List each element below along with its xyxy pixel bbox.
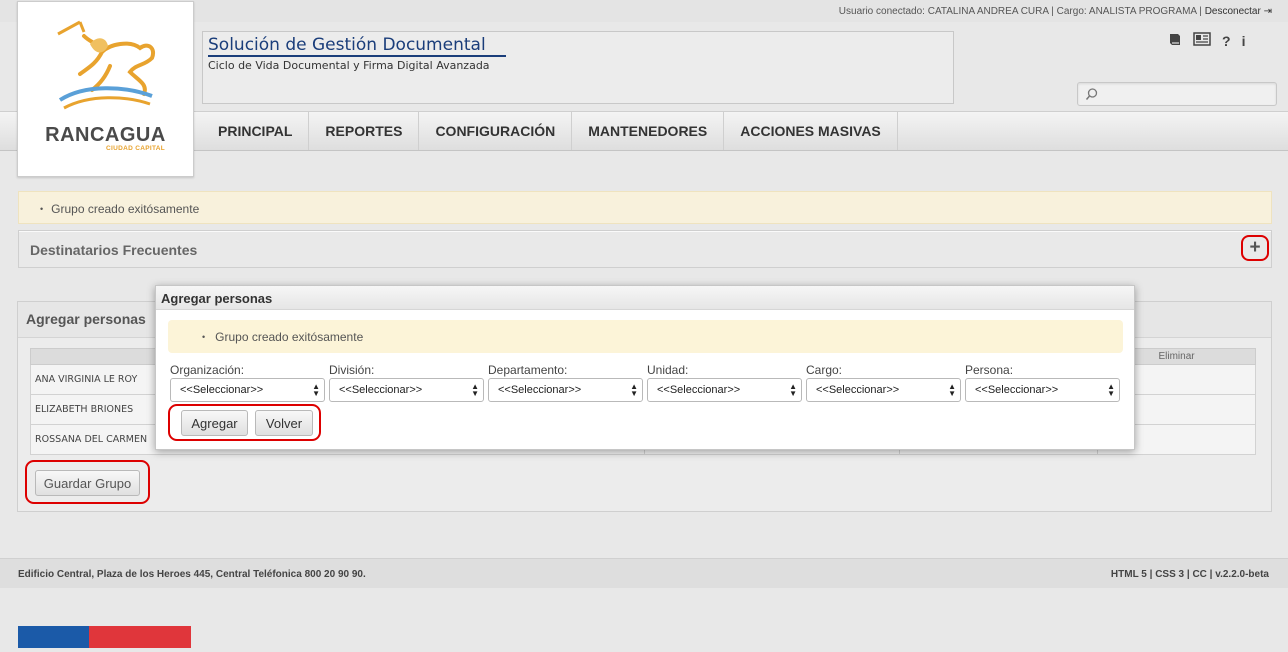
app-subtitle: Ciclo de Vida Documental y Firma Digital… [208, 59, 490, 72]
search-input[interactable] [1102, 85, 1272, 103]
book-icon[interactable] [1168, 32, 1182, 49]
nav-item-reportes[interactable]: REPORTES [309, 112, 420, 150]
destinatarios-section: Destinatarios Frecuentes + [18, 230, 1272, 268]
select-arrows-icon: ▲ ▼ [789, 382, 797, 398]
search-icon [1085, 88, 1098, 100]
field-label: División: [329, 363, 375, 377]
alert-message: Grupo creado exitósamente [40, 202, 199, 216]
select-value: <<Seleccionar>> [180, 384, 264, 396]
destinatarios-title: Destinatarios Frecuentes [30, 242, 198, 258]
select-value: <<Seleccionar>> [498, 384, 582, 396]
guardar-highlight: Guardar Grupo [25, 460, 150, 504]
select-value: <<Seleccionar>> [657, 384, 741, 396]
field-label: Persona: [965, 363, 1014, 377]
dialog-header: Agregar personas [156, 286, 1134, 310]
select-arrows-icon: ▲ ▼ [312, 382, 320, 398]
success-alert: Grupo creado exitósamente [18, 191, 1272, 224]
logout-icon: ⇥ [1263, 6, 1272, 17]
horseman-emblem-icon [57, 20, 155, 110]
select-arrows-icon: ▲ ▼ [630, 382, 638, 398]
app-title: Solución de Gestión Documental [208, 35, 506, 57]
field-label: Unidad: [647, 363, 689, 377]
select-arrows-icon: ▲ ▼ [1107, 382, 1115, 398]
field-organizacion: Organización: <<Seleccionar>> ▲ ▼ [170, 363, 325, 402]
nav-item-principal[interactable]: PRINCIPAL [202, 112, 310, 150]
footer-version: HTML 5 | CSS 3 | CC | v.2.2.0-beta [1110, 569, 1269, 580]
session-user-text: Usuario conectado: CATALINA ANDREA CURA … [838, 6, 1202, 17]
field-unidad: Unidad: <<Seleccionar>> ▲ ▼ [647, 363, 802, 402]
header-icons: ? i [1168, 32, 1245, 49]
rancagua-logo[interactable]: RANCAGUA CIUDAD CAPITAL [17, 1, 194, 177]
logo-subtitle: CIUDAD CAPITAL [106, 145, 165, 152]
flag-red-bar [89, 626, 191, 648]
select-arrows-icon: ▲ ▼ [471, 382, 479, 398]
back-button[interactable]: Volver [255, 410, 313, 436]
cargo-select[interactable]: <<Seleccionar>> ▲ ▼ [806, 378, 961, 402]
departamento-select[interactable]: <<Seleccionar>> ▲ ▼ [488, 378, 643, 402]
select-value: <<Seleccionar>> [975, 384, 1059, 396]
help-icon[interactable]: ? [1222, 33, 1231, 49]
dialog-buttons-highlight: Agregar Volver [168, 404, 321, 441]
field-persona: Persona: <<Seleccionar>> ▲ ▼ [965, 363, 1120, 402]
add-destinatario-button[interactable]: + [1241, 235, 1269, 261]
select-value: <<Seleccionar>> [816, 384, 900, 396]
session-info: Usuario conectado: CATALINA ANDREA CURA … [839, 6, 1272, 17]
app-title-box: Solución de Gestión Documental Ciclo de … [202, 31, 954, 104]
division-select[interactable]: <<Seleccionar>> ▲ ▼ [329, 378, 484, 402]
footer: Edificio Central, Plaza de los Heroes 44… [0, 558, 1288, 588]
nav-item-configuracion[interactable]: CONFIGURACIÓN [419, 112, 573, 150]
search-box[interactable] [1077, 82, 1277, 106]
dialog-alert-message: Grupo creado exitósamente [204, 330, 363, 344]
organizacion-select[interactable]: <<Seleccionar>> ▲ ▼ [170, 378, 325, 402]
panel-title: Agregar personas [26, 311, 146, 327]
persona-select[interactable]: <<Seleccionar>> ▲ ▼ [965, 378, 1120, 402]
add-people-dialog: Agregar personas Grupo creado exitósamen… [155, 285, 1135, 450]
field-label: Cargo: [806, 363, 843, 377]
news-icon[interactable] [1193, 32, 1211, 49]
logout-link[interactable]: Desconectar ⇥ [1205, 6, 1272, 17]
select-value: <<Seleccionar>> [339, 384, 423, 396]
nav-item-acciones-masivas[interactable]: ACCIONES MASIVAS [724, 112, 898, 150]
logout-label: Desconectar [1204, 6, 1261, 17]
flag-blue-bar [18, 626, 89, 648]
dialog-title: Agregar personas [161, 291, 273, 306]
logo-city: RANCAGUA [45, 124, 166, 146]
field-division: División: <<Seleccionar>> ▲ ▼ [329, 363, 484, 402]
select-arrows-icon: ▲ ▼ [948, 382, 956, 398]
field-cargo: Cargo: <<Seleccionar>> ▲ ▼ [806, 363, 961, 402]
info-icon[interactable]: i [1242, 33, 1246, 49]
field-label: Departamento: [488, 363, 568, 377]
field-label: Organización: [170, 363, 245, 377]
dialog-success-alert: Grupo creado exitósamente [168, 320, 1123, 353]
field-departamento: Departamento: <<Seleccionar>> ▲ ▼ [488, 363, 643, 402]
nav-item-mantenedores[interactable]: MANTENEDORES [572, 112, 725, 150]
footer-address: Edificio Central, Plaza de los Heroes 44… [18, 569, 366, 580]
save-group-button[interactable]: Guardar Grupo [35, 470, 140, 496]
unidad-select[interactable]: <<Seleccionar>> ▲ ▼ [647, 378, 802, 402]
add-button[interactable]: Agregar [181, 410, 248, 436]
